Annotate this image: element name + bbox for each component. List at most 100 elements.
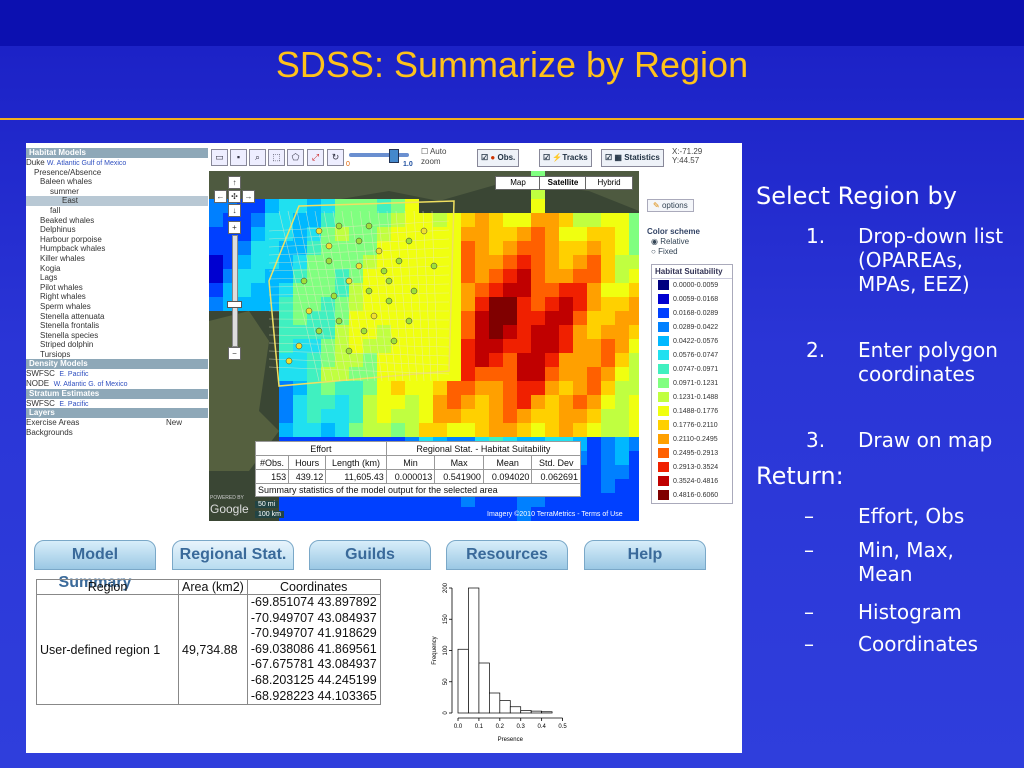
fall-row[interactable]: fall [26,206,208,216]
pan-down-icon[interactable]: ↓ [228,204,241,217]
heat-cell [517,395,531,409]
swfsc2-region[interactable]: E. Pacific [59,401,88,408]
tab-model-summary[interactable]: Model Summary [34,540,156,591]
layers-header: Layers [26,408,208,419]
auto-zoom-checkbox[interactable]: ☐ Auto [421,147,446,156]
opacity-slider-handle[interactable] [389,149,399,163]
list-item: Draw on map [858,428,993,452]
backgrounds-row[interactable]: Backgrounds [26,428,208,438]
select-polygon-icon[interactable]: ⬠ [287,149,304,166]
heat-cell [489,241,503,255]
map-view[interactable]: Map Satellite Hybrid ↑ ← ✣ → ↓ + − Effor… [209,171,639,521]
save-icon[interactable]: ▪ [230,149,247,166]
species-item[interactable]: Humpback whales [26,244,208,254]
legend-item: 0.4816-0.6060 [652,489,732,503]
heat-cell [503,381,517,395]
species-item[interactable]: Delphinus [26,225,208,235]
tab-help[interactable]: Help [584,540,706,570]
statistics-icon: ▦ [614,153,622,162]
dash-bullet: – [804,538,814,562]
swfsc-row[interactable]: SWFSC E. Pacific [26,369,208,379]
app-screenshot: Habitat Models Duke W. Atlantic Gulf of … [26,143,742,753]
heat-cell [293,395,307,409]
heat-cell [601,269,615,283]
fixed-radio[interactable]: ○ Fixed [651,247,678,256]
heat-cell [461,325,475,339]
coordinate-line: -67.675781 43.084937 [250,657,377,672]
tab-guilds[interactable]: Guilds [309,540,431,570]
heat-cell [545,353,559,367]
exercise-row[interactable]: Exercise Areas New [26,418,208,428]
pan-center-icon[interactable]: ✣ [228,190,241,203]
heat-cell [447,325,461,339]
zoom-track[interactable] [232,235,238,347]
species-item[interactable]: Right whales [26,292,208,302]
species-item[interactable]: Stenella attenuata [26,312,208,322]
legend-label: 0.0168-0.0289 [673,310,719,317]
open-folder-icon[interactable]: ▭ [211,149,228,166]
heat-cell [629,507,639,521]
heat-cell [363,395,377,409]
species-item[interactable]: Lags [26,273,208,283]
zoom-minus-icon[interactable]: − [228,347,241,360]
opacity-slider[interactable] [349,153,409,157]
legend-swatch [658,336,669,347]
species-item[interactable]: Tursiops [26,350,208,360]
relative-radio[interactable]: ◉ Relative [651,237,689,246]
species-item[interactable]: Beaked whales [26,216,208,226]
options-button[interactable]: ✎ options [647,199,694,212]
heat-cell [559,241,573,255]
east-row[interactable]: East [26,196,208,206]
tab-regional-stat[interactable]: Regional Stat. [172,540,294,570]
zoom-plus-icon[interactable]: + [228,221,241,234]
select-rect-icon[interactable]: ⬚ [268,149,285,166]
heat-cell [279,311,293,325]
node-row[interactable]: NODE W. Atlantic G. of Mexico [26,379,208,389]
new-label[interactable]: New [166,418,182,428]
statistics-button[interactable]: ☑ ▦ Statistics [601,149,664,167]
species-item[interactable]: Kogia [26,264,208,274]
pan-icon[interactable]: ↻ [327,149,344,166]
heat-cell [559,213,573,227]
pan-up-icon[interactable]: ↑ [228,176,241,189]
heat-cell [391,381,405,395]
tab-resources[interactable]: Resources [446,540,568,570]
node-regions[interactable]: W. Atlantic G. of Mexico [54,381,128,388]
tab-map[interactable]: Map [495,176,541,190]
summer-row[interactable]: summer [26,187,208,197]
region-cell: User-defined region 1 [36,593,179,706]
heat-cell [545,367,559,381]
zoom-in-icon[interactable]: ⌕ [249,149,266,166]
zoom-handle[interactable] [227,301,242,308]
species-item[interactable]: Pilot whales [26,283,208,293]
heat-cell [629,465,639,479]
heat-cell [377,381,391,395]
heat-cell [321,213,335,227]
obs-button[interactable]: ☑ ● Obs. [477,149,520,167]
line-tool-icon[interactable]: ⤢ [307,149,324,166]
heat-cell [489,325,503,339]
observation-point [405,237,413,245]
heat-cell [279,297,293,311]
heat-cell [475,227,489,241]
swfsc-region[interactable]: E. Pacific [59,371,88,378]
heat-cell [405,395,419,409]
duke-regions[interactable]: W. Atlantic Gulf of Mexico [47,160,126,167]
presence-row[interactable]: Presence/Absence [26,168,208,178]
pan-right-icon[interactable]: → [242,190,255,203]
tab-hybrid[interactable]: Hybrid [585,176,633,190]
heat-cell [615,269,629,283]
pan-left-icon[interactable]: ← [214,190,227,203]
species-item[interactable]: Striped dolphin [26,340,208,350]
species-item[interactable]: Stenella species [26,331,208,341]
swfsc2-row[interactable]: SWFSC E. Pacific [26,399,208,409]
species-item[interactable]: Stenella frontalis [26,321,208,331]
species-item[interactable]: Sperm whales [26,302,208,312]
heat-cell [531,213,545,227]
species-item[interactable]: Killer whales [26,254,208,264]
tab-satellite[interactable]: Satellite [539,176,587,190]
tracks-button[interactable]: ☑ ⚡Tracks [539,149,592,167]
duke-row[interactable]: Duke W. Atlantic Gulf of Mexico [26,158,208,168]
baleen-row[interactable]: Baleen whales [26,177,208,187]
species-item[interactable]: Harbour porpoise [26,235,208,245]
